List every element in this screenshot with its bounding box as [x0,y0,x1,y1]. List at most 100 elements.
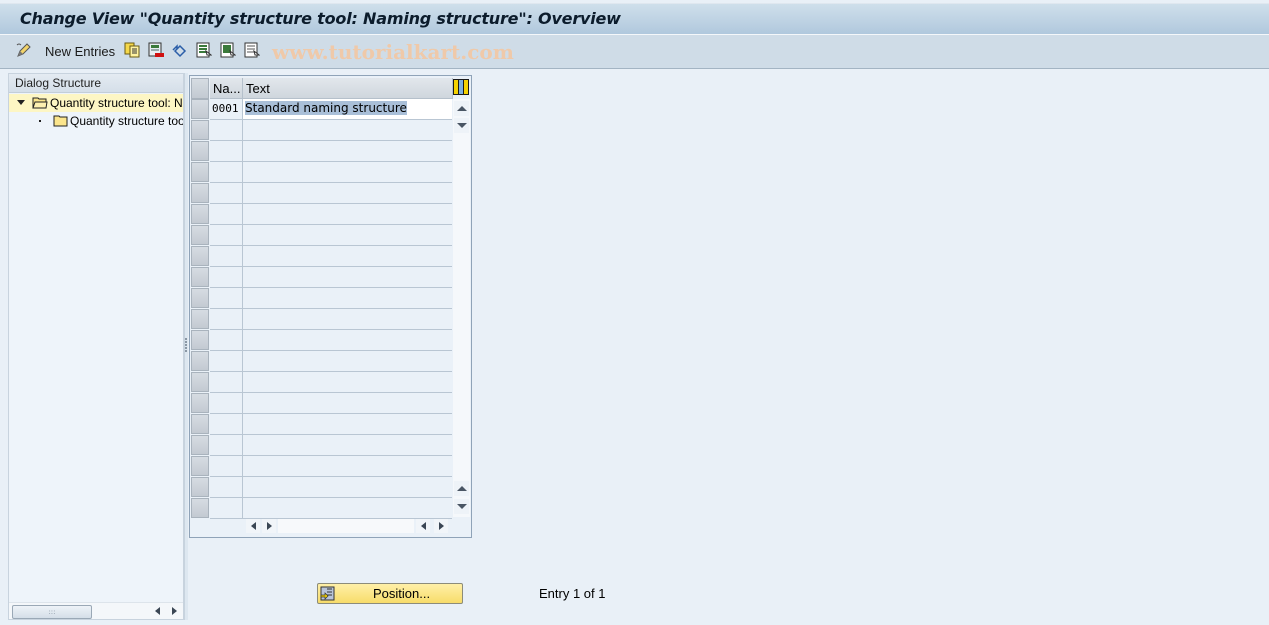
arrow-left-icon [250,521,256,530]
cell-text[interactable] [243,288,452,308]
row-selector[interactable] [191,414,209,434]
row-selector[interactable] [191,351,209,371]
cell-name [210,393,243,413]
cell-name [210,288,243,308]
cell-name [210,141,243,161]
cell-text[interactable] [243,162,452,182]
row-selector[interactable] [191,183,209,203]
column-scroll-left-button[interactable] [246,518,260,533]
cell-text[interactable] [243,120,452,140]
cell-text[interactable] [243,498,452,518]
table-settings-icon[interactable] [453,79,469,95]
row-selector[interactable] [191,246,209,266]
row-selector[interactable] [191,99,209,119]
tree-node-naming-structure-items[interactable]: Quantity structure tool: Naming structur… [9,112,183,130]
deselect-all-icon[interactable] [244,42,260,58]
cell-name [210,183,243,203]
watermark: www.tutorialkart.com [272,40,514,64]
expand-triangle-icon[interactable] [17,100,25,105]
column-scroll-right-button[interactable] [262,518,276,533]
row-selector[interactable] [191,288,209,308]
table-row [210,141,452,162]
cell-text[interactable] [243,330,452,350]
entry-counter: Entry 1 of 1 [539,586,606,601]
page-title: Change View "Quantity structure tool: Na… [20,9,621,28]
cell-text[interactable] [243,351,452,371]
row-selector[interactable] [191,330,209,350]
table-row [210,246,452,267]
delete-icon[interactable] [148,42,164,58]
table-row [210,456,452,477]
cell-text[interactable] [243,393,452,413]
cell-name [210,225,243,245]
row-selector[interactable] [191,477,209,497]
row-selector[interactable] [191,162,209,182]
position-icon [320,586,335,601]
column-header-name[interactable]: Na... [210,78,243,99]
scroll-up-button[interactable] [454,101,469,116]
arrow-down-icon [456,123,467,128]
column-scroll-track[interactable] [278,518,414,533]
cell-text[interactable] [243,435,452,455]
column-scroll-right-end-button[interactable] [434,518,448,533]
tree-node-naming-structure[interactable]: Quantity structure tool: Naming structur… [9,94,183,112]
table-row [210,204,452,225]
cell-text[interactable] [243,204,452,224]
cell-text[interactable] [243,414,452,434]
select-all-rows-button[interactable] [191,78,209,99]
arrow-up-icon [456,106,467,111]
scroll-right-button[interactable] [168,604,180,618]
cell-text[interactable] [243,246,452,266]
dialog-structure-header: Dialog Structure [9,74,183,93]
cell-name [210,246,243,266]
splitter-grip-icon [185,338,187,352]
edit-pencil-icon[interactable] [16,42,32,58]
row-selector[interactable] [191,456,209,476]
row-selector[interactable] [191,120,209,140]
arrow-right-icon [171,607,177,615]
column-scroll-left-end-button[interactable] [416,518,430,533]
cell-text[interactable] [243,372,452,392]
table-vscrollbar[interactable] [453,99,470,517]
column-header-text[interactable]: Text [243,78,453,99]
copy-icon[interactable] [124,42,140,58]
row-selector[interactable] [191,204,209,224]
arrow-right-icon [266,521,272,530]
row-selector[interactable] [191,225,209,245]
cell-text[interactable]: Standard naming structure [243,99,452,119]
table-row [210,120,452,141]
panel-splitter[interactable] [184,73,188,620]
cell-text[interactable] [243,309,452,329]
cell-name [210,267,243,287]
select-block-icon[interactable] [220,42,236,58]
folder-icon [53,114,69,130]
row-selector[interactable] [191,267,209,287]
scroll-left-button[interactable] [151,604,163,618]
cell-text[interactable] [243,141,452,161]
cell-text[interactable] [243,225,452,245]
page-down-button[interactable] [454,499,469,514]
table-row [210,183,452,204]
row-selector[interactable] [191,372,209,392]
undo-icon[interactable] [172,42,188,58]
scroll-down-button[interactable] [454,118,469,133]
row-selector[interactable] [191,393,209,413]
row-selector[interactable] [191,309,209,329]
cell-text[interactable] [243,183,452,203]
cell-text[interactable] [243,456,452,476]
scrollbar-thumb[interactable]: ::: [12,605,92,619]
dialog-structure-hscrollbar[interactable]: ::: [9,602,183,619]
row-selector[interactable] [191,498,209,518]
row-selector[interactable] [191,141,209,161]
table-row [210,162,452,183]
table-row [210,309,452,330]
position-button[interactable]: Position... [317,583,463,604]
page-up-button[interactable] [454,481,469,496]
row-selector[interactable] [191,435,209,455]
cell-text[interactable] [243,477,452,497]
table-row [210,435,452,456]
select-all-icon[interactable] [196,42,212,58]
cell-text[interactable] [243,267,452,287]
arrow-down-icon [456,504,467,509]
new-entries-button[interactable]: New Entries [45,44,115,59]
